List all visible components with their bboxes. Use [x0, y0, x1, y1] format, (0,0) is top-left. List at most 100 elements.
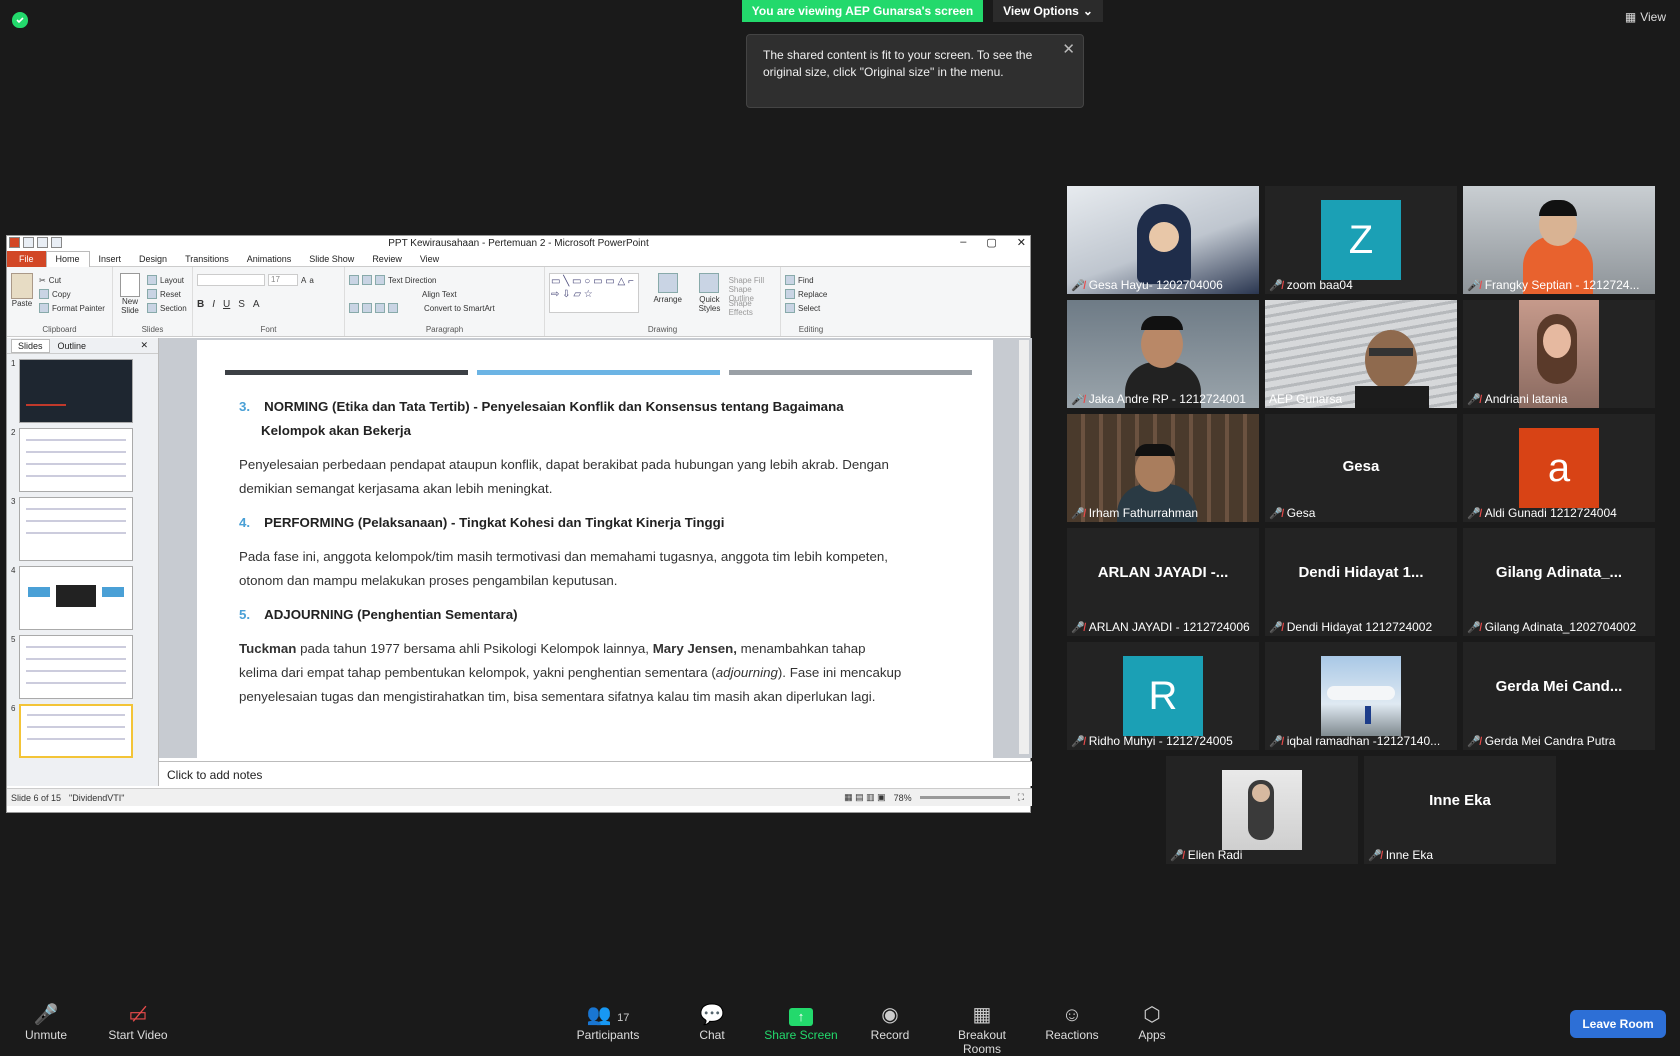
italic-icon[interactable]: I	[212, 299, 215, 310]
participant-tile[interactable]: Gilang Adinata_... 🎤̸ Gilang Adinata_1202…	[1463, 528, 1655, 636]
participant-tile[interactable]: 🎤̸ Jaka Andre RP - 1212724001	[1067, 300, 1259, 408]
unmute-button[interactable]: 🎤 Unmute	[6, 1002, 86, 1042]
new-slide-button[interactable]: New Slide	[117, 273, 143, 315]
chat-button[interactable]: 💬 Chat	[672, 1002, 752, 1042]
tab-insert[interactable]: Insert	[90, 254, 131, 264]
view-buttons[interactable]: ▦ ▤ ▥ ▣	[844, 792, 886, 803]
shrink-font-icon[interactable]: a	[309, 276, 313, 285]
participant-tile[interactable]: a 🎤̸ Aldi Gunadi 1212724004	[1463, 414, 1655, 522]
underline-icon[interactable]: U	[223, 299, 230, 310]
font-size-select[interactable]: 17	[268, 274, 298, 286]
paste-button[interactable]: Paste	[11, 273, 33, 315]
apps-button[interactable]: ⬡ Apps	[1112, 1002, 1192, 1042]
tab-design[interactable]: Design	[130, 254, 176, 264]
record-button[interactable]: ◉ Record	[850, 1002, 930, 1042]
participant-tile[interactable]: 🎤̸ Frangky Septian - 1212724...	[1463, 186, 1655, 294]
participant-tile[interactable]: R 🎤̸ Ridho Muhyi - 1212724005	[1067, 642, 1259, 750]
breakout-rooms-button[interactable]: ▦ Breakout Rooms	[942, 1002, 1022, 1056]
align-text-button[interactable]: Align Text	[422, 290, 457, 299]
participant-tile[interactable]: Dendi Hidayat 1... 🎤̸ Dendi Hidayat 12127…	[1265, 528, 1457, 636]
cut-button[interactable]: ✂ Cut	[39, 273, 105, 287]
participant-tile[interactable]: 🎤̸ Gesa Hayu- 1202704006	[1067, 186, 1259, 294]
participants-button[interactable]: 👥 17 Participants	[568, 1002, 648, 1042]
align-left-icon[interactable]	[349, 303, 359, 313]
close-pane-icon[interactable]: ✕	[134, 339, 154, 352]
participant-tile[interactable]: ARLAN JAYADI -... 🎤̸ ARLAN JAYADI - 12127…	[1067, 528, 1259, 636]
slide-vertical-scrollbar[interactable]	[1019, 340, 1029, 754]
copy-button[interactable]: Copy	[39, 287, 105, 301]
tab-animations[interactable]: Animations	[238, 254, 301, 264]
bullets-icon[interactable]	[349, 275, 359, 285]
maximize-icon[interactable]: ▢	[986, 236, 996, 249]
shapes-gallery[interactable]: ▭ ╲ ▭ ○ ▭ ▭ △ ⌐ ⇨ ⇩ ▱ ☆	[549, 273, 640, 313]
gallery-view-button[interactable]: ▦ View	[1625, 10, 1666, 24]
tab-view[interactable]: View	[411, 254, 448, 264]
tab-slides[interactable]: Slides	[11, 338, 50, 353]
participant-tile[interactable]: Inne Eka 🎤̸ Inne Eka	[1364, 756, 1556, 864]
format-painter-button[interactable]: Format Painter	[39, 301, 105, 315]
notes-field[interactable]: Click to add notes	[159, 761, 1032, 786]
start-video-button[interactable]: ▭̸ Start Video	[98, 1002, 178, 1042]
slide-thumbnail-4[interactable]: 4	[11, 566, 158, 630]
participant-tile[interactable]: Z 🎤̸ zoom baa04	[1265, 186, 1457, 294]
tab-slide-show[interactable]: Slide Show	[300, 254, 363, 264]
shape-effects-button[interactable]: Shape Effects	[729, 299, 776, 317]
participant-tile[interactable]: Gerda Mei Cand... 🎤̸ Gerda Mei Candra Put…	[1463, 642, 1655, 750]
numbering-icon[interactable]	[362, 275, 372, 285]
participant-name: AEP Gunarsa	[1269, 392, 1343, 406]
security-shield-icon[interactable]	[12, 12, 28, 28]
close-icon[interactable]: ✕	[1062, 41, 1075, 58]
undo-icon[interactable]	[37, 237, 48, 248]
align-right-icon[interactable]	[375, 303, 385, 313]
arrange-button[interactable]: Arrange	[645, 273, 690, 315]
font-color-icon[interactable]: A	[253, 299, 260, 310]
share-screen-button[interactable]: ↑ Share Screen	[761, 1002, 841, 1042]
strikethrough-icon[interactable]: S	[238, 299, 245, 310]
drawing-group: ▭ ╲ ▭ ○ ▭ ▭ △ ⌐ ⇨ ⇩ ▱ ☆ Arrange Quick St…	[545, 267, 781, 336]
tab-home[interactable]: Home	[45, 250, 90, 267]
zoom-level[interactable]: 78%	[894, 793, 912, 803]
close-icon[interactable]: ✕	[1017, 236, 1026, 249]
layout-button[interactable]: Layout	[147, 273, 187, 287]
muted-mic-icon: 🎤̸	[1071, 735, 1085, 748]
slide-thumbnail-5[interactable]: 5	[11, 635, 158, 699]
participant-tile[interactable]: 🎤̸ iqbal ramadhan -12127140...	[1265, 642, 1457, 750]
reset-button[interactable]: Reset	[147, 287, 187, 301]
slide-thumbnail-6[interactable]: 6	[11, 704, 158, 758]
select-button[interactable]: Select	[785, 301, 837, 315]
grow-font-icon[interactable]: A	[301, 276, 306, 285]
justify-icon[interactable]	[388, 303, 398, 313]
slide-thumbnail-3[interactable]: 3	[11, 497, 158, 561]
indent-icon[interactable]	[375, 275, 385, 285]
tab-transitions[interactable]: Transitions	[176, 254, 238, 264]
find-button[interactable]: Find	[785, 273, 837, 287]
slide-thumbnail-1[interactable]: 1	[11, 359, 158, 423]
leave-room-button[interactable]: Leave Room	[1570, 1010, 1666, 1038]
font-family-select[interactable]	[197, 274, 265, 286]
participant-tile[interactable]: Gesa 🎤̸ Gesa	[1265, 414, 1457, 522]
save-icon[interactable]	[23, 237, 34, 248]
replace-button[interactable]: Replace	[785, 287, 837, 301]
slide-thumbnail-2[interactable]: 2	[11, 428, 158, 492]
quick-styles-button[interactable]: Quick Styles	[696, 273, 722, 315]
tab-file[interactable]: File	[7, 250, 46, 267]
tab-outline[interactable]: Outline	[52, 340, 93, 352]
zoom-slider[interactable]	[919, 796, 1010, 799]
tab-review[interactable]: Review	[363, 254, 411, 264]
redo-icon[interactable]	[51, 237, 62, 248]
minimize-icon[interactable]: –	[960, 236, 966, 249]
fit-slide-icon[interactable]: ⛶	[1018, 792, 1024, 803]
section-button[interactable]: Section	[147, 301, 187, 315]
text-direction-button[interactable]: Text Direction	[388, 276, 436, 285]
participant-tile[interactable]: 🎤̸ Andriani latania	[1463, 300, 1655, 408]
participants-icon: 👥 17	[586, 1004, 630, 1026]
smartart-button[interactable]: Convert to SmartArt	[424, 304, 495, 313]
reactions-button[interactable]: ☺ Reactions	[1032, 1002, 1112, 1042]
slide-canvas[interactable]: 3. NORMING (Etika dan Tata Tertib) - Peny…	[197, 340, 993, 758]
participant-tile[interactable]: 🎤̸ Elien Radi	[1166, 756, 1358, 864]
align-center-icon[interactable]	[362, 303, 372, 313]
participant-tile[interactable]: 🎤̸ Irham Fathurrahman	[1067, 414, 1259, 522]
view-options-button[interactable]: View Options ⌄	[993, 0, 1103, 22]
active-speaker-tile[interactable]: AEP Gunarsa	[1265, 300, 1457, 408]
bold-icon[interactable]: B	[197, 299, 204, 310]
